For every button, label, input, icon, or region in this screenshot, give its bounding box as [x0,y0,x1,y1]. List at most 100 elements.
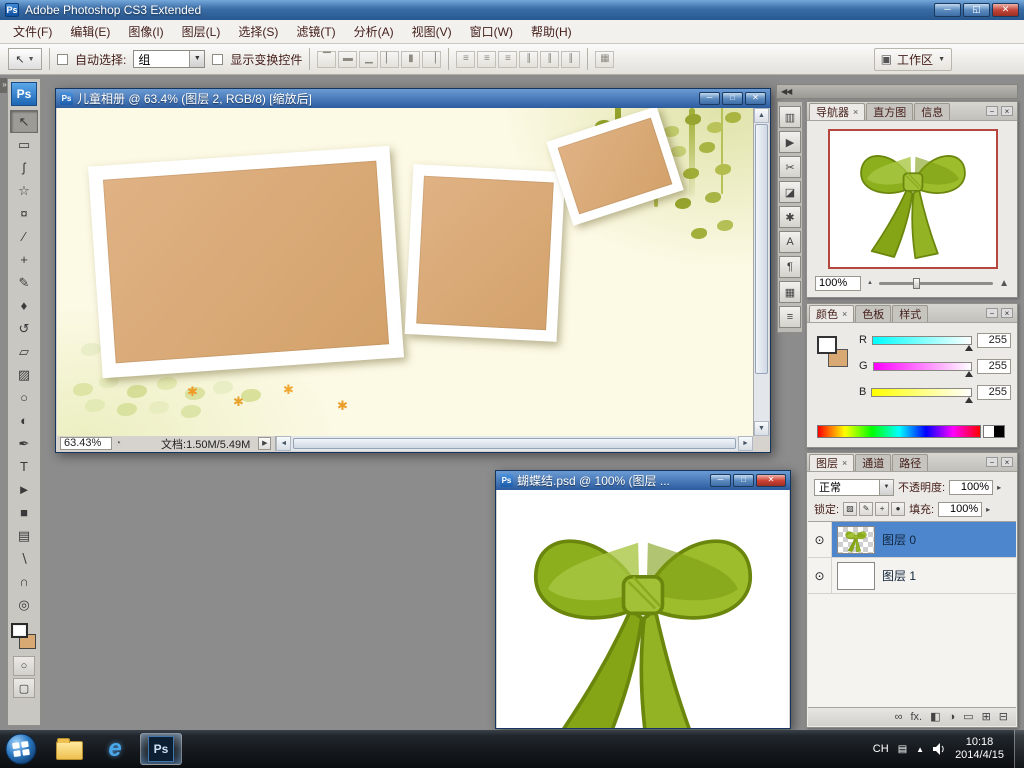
layer-name[interactable]: 图层 0 [882,531,916,548]
color-swatch-widget[interactable] [817,336,853,372]
green-slider[interactable] [872,361,973,377]
tab-styles[interactable]: 样式 [892,305,929,322]
hidden-icons-chevron[interactable]: ▲ [916,745,924,754]
spin-arrow-icon[interactable]: ▸ [986,505,990,514]
tab-close-icon[interactable]: × [842,458,847,468]
doc-minimize-button[interactable]: ─ [699,92,720,105]
notes-tool[interactable]: ▤ [10,524,38,547]
scroll-right-button[interactable]: ► [738,436,753,451]
dodge-tool[interactable]: ◐ [10,409,38,432]
opacity-field[interactable]: 100% [949,479,994,495]
taskbar-explorer-button[interactable] [48,733,90,765]
brush-tool[interactable]: ✎ [10,271,38,294]
vertical-scrollbar[interactable]: ▲ ▼ [753,108,769,436]
character-panel-icon[interactable]: A [779,231,801,253]
hand-tool[interactable]: ∩ [10,570,38,593]
volume-icon[interactable] [933,743,946,755]
crop-tool[interactable]: ¤ [10,202,38,225]
tab-histogram[interactable]: 直方图 [866,103,914,120]
status-menu-button[interactable]: ▶ [258,437,272,450]
tab-close-icon[interactable]: × [853,107,858,117]
layer-group-icon[interactable]: ▭ [963,711,973,723]
align-left-edges-icon[interactable]: ▏ [380,50,400,68]
align-horizontal-centers-icon[interactable]: ▮ [401,50,421,68]
vertical-scrollbar-thumb[interactable] [755,124,768,374]
menu-item[interactable]: 帮助(H) [522,19,581,44]
green-value-field[interactable]: 255 [977,358,1011,374]
fill-field[interactable]: 100% [938,501,983,517]
brushes-panel-icon[interactable]: ✱ [779,206,801,228]
auto-align-layers-icon[interactable]: ▦ [595,50,615,68]
doc-close-button[interactable]: ✕ [745,92,766,105]
status-clock-icon[interactable]: ◔ [115,438,121,449]
dock-header[interactable]: ◀◀ [776,84,1018,99]
menu-item[interactable]: 编辑(E) [61,19,119,44]
align-bottom-edges-icon[interactable]: ▁ [359,50,379,68]
distribute-horizontal-centers-icon[interactable]: ∥ [540,50,560,68]
distribute-vertical-centers-icon[interactable]: ≡ [477,50,497,68]
align-right-edges-icon[interactable]: ▕ [422,50,442,68]
zoom-in-icon[interactable]: ▲ [999,278,1009,289]
tab-info[interactable]: 信息 [914,103,951,120]
color-spectrum-ramp[interactable] [817,425,981,438]
slider-thumb[interactable] [965,396,973,403]
shape-tool[interactable]: ■ [10,501,38,524]
layer-row-1[interactable]: ⊙ 图层 1 [808,558,1016,594]
scroll-up-button[interactable]: ▲ [754,108,769,123]
zoom-tool[interactable]: ◎ [10,593,38,616]
doc-maximize-button[interactable]: □ [722,92,743,105]
show-desktop-button[interactable] [1014,730,1024,768]
healing-brush-tool[interactable]: + [10,248,38,271]
doc-minimize-button[interactable]: ─ [710,474,731,487]
color-swatch-widget[interactable] [10,622,38,654]
slider-thumb[interactable] [965,370,973,377]
language-indicator[interactable]: CH [873,743,889,755]
layer-style-icon[interactable]: fx. [910,711,922,723]
red-value-field[interactable]: 255 [977,332,1011,348]
visibility-eye-icon[interactable]: ⊙ [808,522,832,557]
lock-position-icon[interactable]: + [875,502,890,516]
panel-minimize-button[interactable]: − [986,457,998,467]
tab-navigator[interactable]: 导航器 × [809,103,866,120]
pen-tool[interactable]: ✒ [10,432,38,455]
eraser-tool[interactable]: ▱ [10,340,38,363]
gradient-tool[interactable]: ▨ [10,363,38,386]
eyedropper-tool[interactable]: ∖ [10,547,38,570]
tab-swatches[interactable]: 色板 [855,305,892,322]
align-vertical-centers-icon[interactable]: ▬ [338,50,358,68]
lock-transparency-icon[interactable]: ▨ [843,502,858,516]
align-top-edges-icon[interactable]: ▔ [317,50,337,68]
clone-source-panel-icon[interactable]: ◪ [779,181,801,203]
quick-mask-button[interactable]: ○ [13,656,35,676]
scroll-left-button[interactable]: ◄ [276,436,292,451]
document-window-bow[interactable]: Ps 蝴蝶结.psd @ 100% (图层 ... ─ □ ✕ [495,470,791,729]
lock-pixels-icon[interactable]: ✎ [859,502,874,516]
horizontal-scrollbar-thumb[interactable] [293,438,736,449]
slider-thumb[interactable] [913,277,921,289]
link-layers-icon[interactable]: ∞ [895,711,903,723]
panel-minimize-button[interactable]: − [986,308,998,318]
distribute-bottom-edges-icon[interactable]: ≡ [498,50,518,68]
distribute-left-edges-icon[interactable]: ∥ [519,50,539,68]
restore-button[interactable]: ◱ [963,3,990,17]
visibility-eye-icon[interactable]: ⊙ [808,558,832,593]
zoom-level-field[interactable]: 63.43% [60,437,112,450]
layer-thumbnail[interactable] [837,525,875,554]
layer-thumbnail[interactable] [837,561,875,590]
taskbar-clock[interactable]: 10:18 2014/4/15 [955,736,1004,762]
photoshop-logo[interactable]: Ps [11,82,37,106]
distribute-top-edges-icon[interactable]: ≡ [456,50,476,68]
spin-arrow-icon[interactable]: ▸ [997,483,1001,492]
taskbar-photoshop-button[interactable]: Ps [140,733,182,765]
doc-close-button[interactable]: ✕ [756,474,786,487]
workspace-button[interactable]: ▣ 工作区 ▼ [873,47,952,71]
document-window-album[interactable]: Ps 儿童相册 @ 63.4% (图层 2, RGB/8) [缩放后] ─ □ … [55,88,771,453]
red-slider[interactable] [871,335,973,351]
auto-select-dropdown[interactable]: 组 ▼ [133,50,206,68]
blue-slider[interactable] [871,387,973,403]
foreground-color-swatch[interactable] [11,623,28,638]
doc1-titlebar[interactable]: Ps 儿童相册 @ 63.4% (图层 2, RGB/8) [缩放后] ─ □ … [56,89,770,108]
tab-paths[interactable]: 路径 [892,454,929,471]
horizontal-scrollbar[interactable]: ◄ ► [275,436,753,451]
panel-close-button[interactable]: × [1001,308,1013,318]
